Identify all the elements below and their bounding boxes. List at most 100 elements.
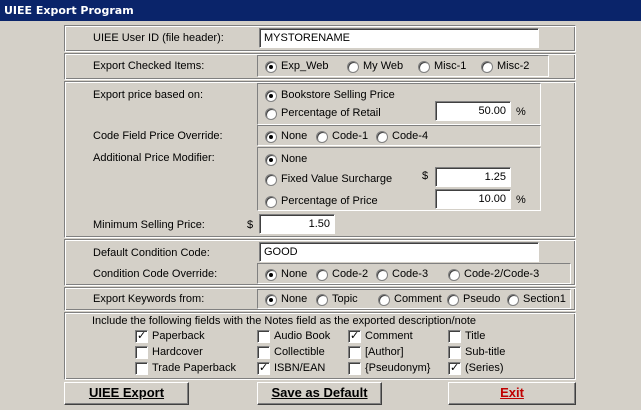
checkbox-label: Trade Paperback [152,362,236,374]
radio-dot [316,293,328,306]
include-checkbox-5[interactable]: Collectible [257,346,325,359]
window-title: UIEE Export Program [4,4,134,17]
checkbox-box [135,362,148,375]
radio-dot [265,107,277,120]
export-checked-option-0[interactable]: Exp_Web [265,60,329,73]
code-override-option-2[interactable]: Code-4 [376,130,428,143]
user-id-input[interactable]: MYSTORENAME [259,28,539,48]
radio-label: Code-1 [332,130,369,142]
user-id-label: UIEE User ID (file header): [93,32,224,44]
keywords-option-1[interactable]: Topic [316,293,358,306]
radio-dot [347,60,359,73]
checkbox-box [348,329,361,343]
keywords-option-0[interactable]: None [265,293,307,306]
keywords-label: Export Keywords from: [93,293,205,305]
radio-dot [376,130,388,143]
min-price-input[interactable]: 1.50 [259,214,335,234]
include-checkbox-6[interactable]: [Author] [348,346,404,359]
radio-label: Pseudo [463,293,501,305]
keywords-option-2[interactable]: Comment [378,293,442,306]
checkbox-box [257,346,270,359]
checkbox-box [448,330,461,343]
include-checkbox-9[interactable]: ISBN/EAN [257,361,325,375]
default-condition-input[interactable]: GOOD [259,242,539,262]
additional-modifier-option-0[interactable]: None [265,153,307,166]
export-checked-option-3[interactable]: Misc-2 [481,60,529,73]
checkbox-label: Sub-title [465,346,506,358]
uiee-export-button[interactable]: UIEE Export [64,382,189,405]
radio-label: Misc-2 [497,60,530,72]
export-checked-option-1[interactable]: My Web [347,60,403,73]
export-price-option-1[interactable]: Percentage of Retail [265,107,381,120]
checkbox-box [348,362,361,375]
include-checkbox-3[interactable]: Title [448,330,485,343]
condition-override-label: Condition Code Override: [93,268,218,280]
include-checkbox-7[interactable]: Sub-title [448,346,505,359]
radio-label: My Web [363,60,404,72]
radio-label: Code-2/Code-3 [464,268,540,280]
export-price-option-0[interactable]: Bookstore Selling Price [265,89,395,102]
radio-dot [265,89,277,102]
condition-override-option-2[interactable]: Code-3 [376,268,428,281]
export-checked-option-2[interactable]: Misc-1 [418,60,466,73]
checkbox-box [348,346,361,359]
radio-label: None [281,130,308,142]
include-checkbox-4[interactable]: Hardcover [135,346,203,359]
radio-dot [316,130,328,143]
radio-dot [507,293,519,306]
checkbox-label: Title [465,330,486,342]
checkbox-box [135,329,148,343]
radio-dot [265,130,277,143]
surcharge-input[interactable]: 1.25 [435,167,511,187]
include-checkbox-1[interactable]: Audio Book [257,330,330,343]
percent-price-input[interactable]: 10.00 [435,189,511,209]
radio-label: None [281,268,308,280]
export-checked-label: Export Checked Items: [93,60,205,72]
checkbox-box [257,330,270,343]
radio-dot [316,268,328,281]
radio-label: Exp_Web [281,60,329,72]
condition-override-option-3[interactable]: Code-2/Code-3 [448,268,539,281]
keywords-option-4[interactable]: Section1 [507,293,566,306]
radio-label: Percentage of Retail [281,107,381,119]
checkbox-label: Comment [365,330,413,342]
surcharge-currency: $ [422,170,429,182]
default-condition-label: Default Condition Code: [93,247,210,259]
checkbox-label: Audio Book [274,330,331,342]
include-checkbox-10[interactable]: {Pseudonym} [348,362,430,375]
condition-override-option-1[interactable]: Code-2 [316,268,368,281]
percent-retail-unit: % [516,106,526,118]
include-checkbox-11[interactable]: (Series) [448,361,504,375]
radio-dot [481,60,493,73]
condition-override-option-0[interactable]: None [265,268,307,281]
checkbox-label: Collectible [274,346,325,358]
radio-dot [265,268,277,281]
radio-label: Topic [332,293,358,305]
include-fields-label: Include the following fields with the No… [92,315,477,327]
save-default-button[interactable]: Save as Default [257,382,382,405]
include-checkbox-2[interactable]: Comment [348,329,413,343]
radio-dot [447,293,459,306]
radio-dot [265,173,277,186]
additional-modifier-option-2[interactable]: Percentage of Price [265,195,378,208]
radio-dot [448,268,460,281]
percent-price-unit: % [516,194,526,206]
radio-label: Percentage of Price [281,195,378,207]
radio-dot [418,60,430,73]
exit-button[interactable]: Exit [448,382,576,405]
checkbox-box [448,361,461,375]
additional-modifier-label: Additional Price Modifier: [93,152,215,164]
percent-retail-input[interactable]: 50.00 [435,101,511,121]
window-title-bar[interactable]: UIEE Export Program [0,0,641,21]
radio-dot [376,268,388,281]
code-override-option-0[interactable]: None [265,130,307,143]
radio-label: Section1 [523,293,566,305]
include-checkbox-8[interactable]: Trade Paperback [135,362,236,375]
additional-modifier-option-1[interactable]: Fixed Value Surcharge [265,173,392,186]
code-override-option-1[interactable]: Code-1 [316,130,368,143]
keywords-option-3[interactable]: Pseudo [447,293,500,306]
include-checkbox-0[interactable]: Paperback [135,329,205,343]
code-override-label: Code Field Price Override: [93,130,223,142]
radio-label: None [281,293,308,305]
radio-label: Code-3 [392,268,429,280]
